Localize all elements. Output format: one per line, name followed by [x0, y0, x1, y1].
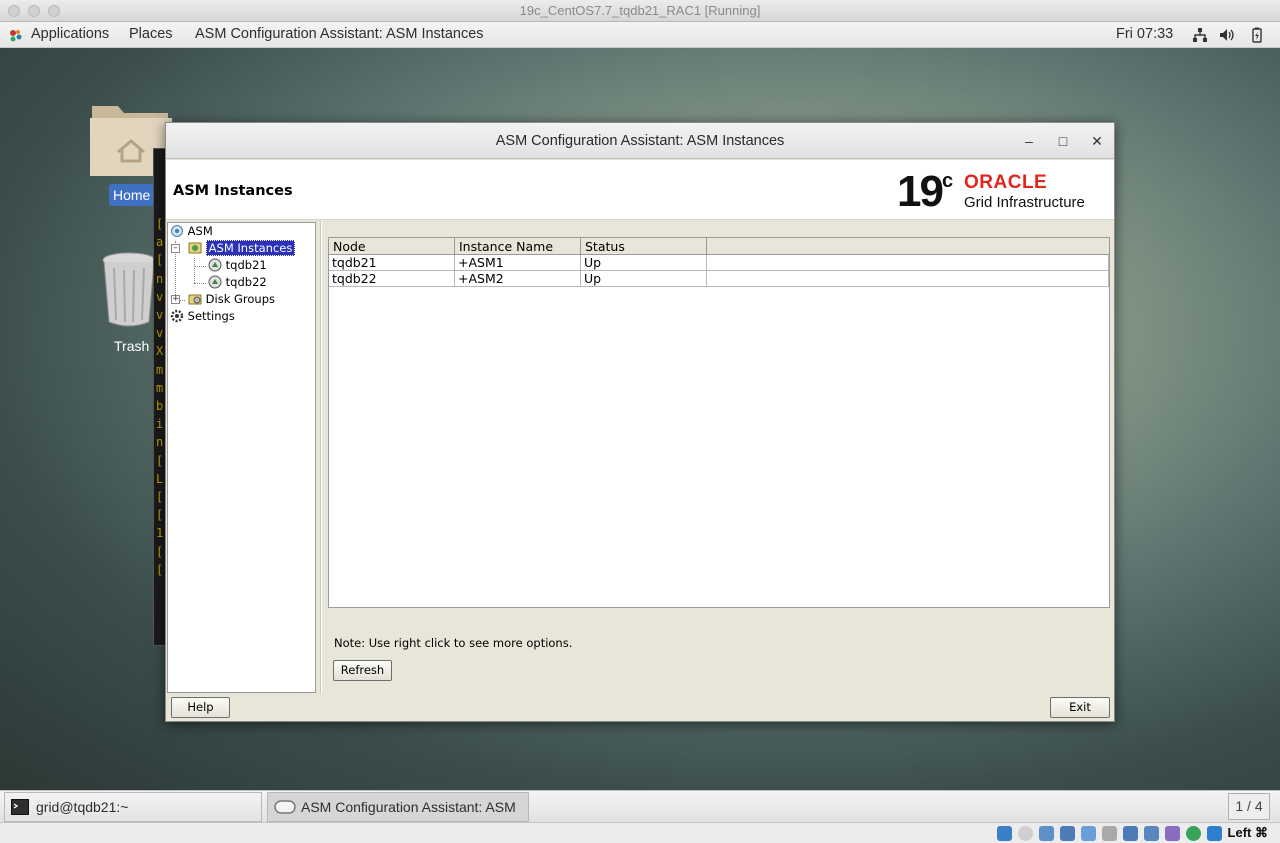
usb-icon[interactable] — [1081, 826, 1096, 841]
tree-label: tqdb21 — [225, 258, 267, 272]
column-header-empty — [707, 238, 1109, 255]
cell-node: tqdb21 — [329, 255, 455, 271]
close-traffic-light[interactable] — [8, 5, 20, 17]
tree-node-tqdb22[interactable]: tqdb22 — [208, 274, 267, 290]
cell-empty — [707, 271, 1109, 287]
column-header-node[interactable]: Node — [329, 238, 455, 255]
volume-icon[interactable] — [1219, 27, 1235, 43]
task-label: grid@tqdb21:~ — [36, 799, 129, 815]
workspace-switcher[interactable]: 1 / 4 — [1228, 793, 1270, 820]
cell-status: Up — [581, 255, 707, 271]
minimize-button[interactable]: – — [1017, 123, 1041, 159]
asm-icon — [171, 225, 183, 237]
gnome-foot-icon — [10, 30, 22, 42]
tree-expand-toggle[interactable]: + — [171, 295, 180, 304]
task-terminal[interactable]: grid@tqdb21:~ — [4, 792, 262, 822]
product-name: Grid Infrastructure — [964, 194, 1085, 211]
trash-icon[interactable] — [100, 252, 158, 328]
terminal-icon — [11, 799, 29, 815]
tree-label: ASM Instances — [205, 240, 296, 256]
tree-node-settings[interactable]: Settings — [170, 308, 235, 324]
host-key-indicator: Left ⌘ — [1227, 825, 1268, 840]
hard-disk-icon[interactable] — [997, 826, 1012, 841]
tree-node-asm-instances[interactable]: ASM Instances — [188, 240, 296, 256]
cell-node: tqdb22 — [329, 271, 455, 287]
display-icon[interactable] — [1123, 826, 1138, 841]
page-title: ASM Instances — [173, 183, 293, 199]
navigation-tree: ASM – ASM Instances tqdb21 tqdb22 + Disk… — [167, 222, 316, 693]
panel-splitter[interactable] — [320, 222, 322, 693]
oracle-logo: ORACLE — [964, 172, 1048, 193]
tree-node-disk-groups[interactable]: Disk Groups — [188, 291, 275, 307]
virtualbox-status-bar: Left ⌘ — [0, 822, 1280, 843]
refresh-button[interactable]: Refresh — [333, 660, 392, 681]
logo-version-suffix: c — [942, 170, 954, 192]
instance-node-icon — [208, 275, 222, 289]
table-header: Node Instance Name Status — [329, 238, 1109, 255]
cell-status: Up — [581, 271, 707, 287]
applications-menu[interactable]: Applications — [31, 26, 109, 42]
gnome-top-bar: Applications Places ASM Configuration As… — [0, 22, 1280, 48]
guest-additions-icon[interactable] — [1186, 826, 1201, 841]
tree-node-asm[interactable]: ASM — [170, 223, 213, 239]
oracle-app-icon — [274, 800, 296, 814]
task-asmca[interactable]: ASM Configuration Assistant: ASM I... — [267, 792, 529, 843]
table-row[interactable]: tqdb22 +ASM2 Up — [329, 271, 1109, 287]
window-title: ASM Configuration Assistant: ASM Instanc… — [495, 133, 785, 149]
tree-label: Disk Groups — [205, 292, 276, 306]
page-header: ASM Instances 19 c ORACLE Grid Infrastru… — [166, 160, 1114, 220]
column-header-instance-name[interactable]: Instance Name — [455, 238, 581, 255]
help-button[interactable]: Help — [171, 697, 230, 718]
tree-collapse-toggle[interactable]: – — [171, 244, 180, 253]
usage-note: Note: Use right click to see more option… — [334, 636, 573, 650]
bottom-taskbar: grid@tqdb21:~ ASM Configuration Assistan… — [0, 790, 1280, 843]
places-menu[interactable]: Places — [129, 26, 173, 42]
settings-gear-icon — [170, 309, 184, 323]
instance-node-icon — [208, 258, 222, 272]
instances-table: Node Instance Name Status tqdb21 +ASM1 U… — [328, 237, 1110, 608]
shared-folders-icon[interactable] — [1102, 826, 1117, 841]
home-label[interactable]: Home — [113, 187, 150, 203]
audio-icon[interactable] — [1039, 826, 1054, 841]
tree-label: Settings — [187, 309, 235, 323]
instances-icon — [188, 242, 202, 254]
battery-icon[interactable] — [1249, 27, 1265, 43]
network-icon[interactable] — [1192, 27, 1208, 43]
asmca-window: ASM Configuration Assistant: ASM Instanc… — [165, 122, 1115, 722]
host-window-title: 19c_CentOS7.7_tqdb21_RAC1 [Running] — [519, 3, 761, 18]
tree-label: tqdb22 — [225, 275, 267, 289]
cell-empty — [707, 255, 1109, 271]
tree-label: ASM — [187, 224, 213, 238]
optical-drive-icon[interactable] — [1018, 826, 1033, 841]
column-header-status[interactable]: Status — [581, 238, 707, 255]
maximize-button[interactable]: □ — [1051, 123, 1075, 159]
virtualization-icon[interactable] — [1165, 826, 1180, 841]
clock[interactable]: Fri 07:33 — [1116, 26, 1173, 42]
host-window-titlebar: 19c_CentOS7.7_tqdb21_RAC1 [Running] — [0, 0, 1280, 22]
disk-groups-icon — [188, 294, 202, 305]
video-capture-icon[interactable] — [1144, 826, 1159, 841]
minimize-traffic-light[interactable] — [28, 5, 40, 17]
tree-node-tqdb21[interactable]: tqdb21 — [208, 257, 267, 273]
close-button[interactable]: ✕ — [1085, 123, 1109, 159]
mouse-integration-icon[interactable] — [1207, 826, 1222, 841]
window-titlebar[interactable]: ASM Configuration Assistant: ASM Instanc… — [166, 123, 1114, 159]
exit-button[interactable]: Exit — [1050, 697, 1110, 718]
cell-instance-name: +ASM1 — [455, 255, 581, 271]
zoom-traffic-light[interactable] — [48, 5, 60, 17]
trash-label[interactable]: Trash — [114, 338, 149, 354]
table-row[interactable]: tqdb21 +ASM1 Up — [329, 255, 1109, 271]
network-adapter-icon[interactable] — [1060, 826, 1075, 841]
cell-instance-name: +ASM2 — [455, 271, 581, 287]
active-app-menu[interactable]: ASM Configuration Assistant: ASM Instanc… — [195, 26, 484, 42]
logo-version: 19 — [897, 167, 944, 216]
